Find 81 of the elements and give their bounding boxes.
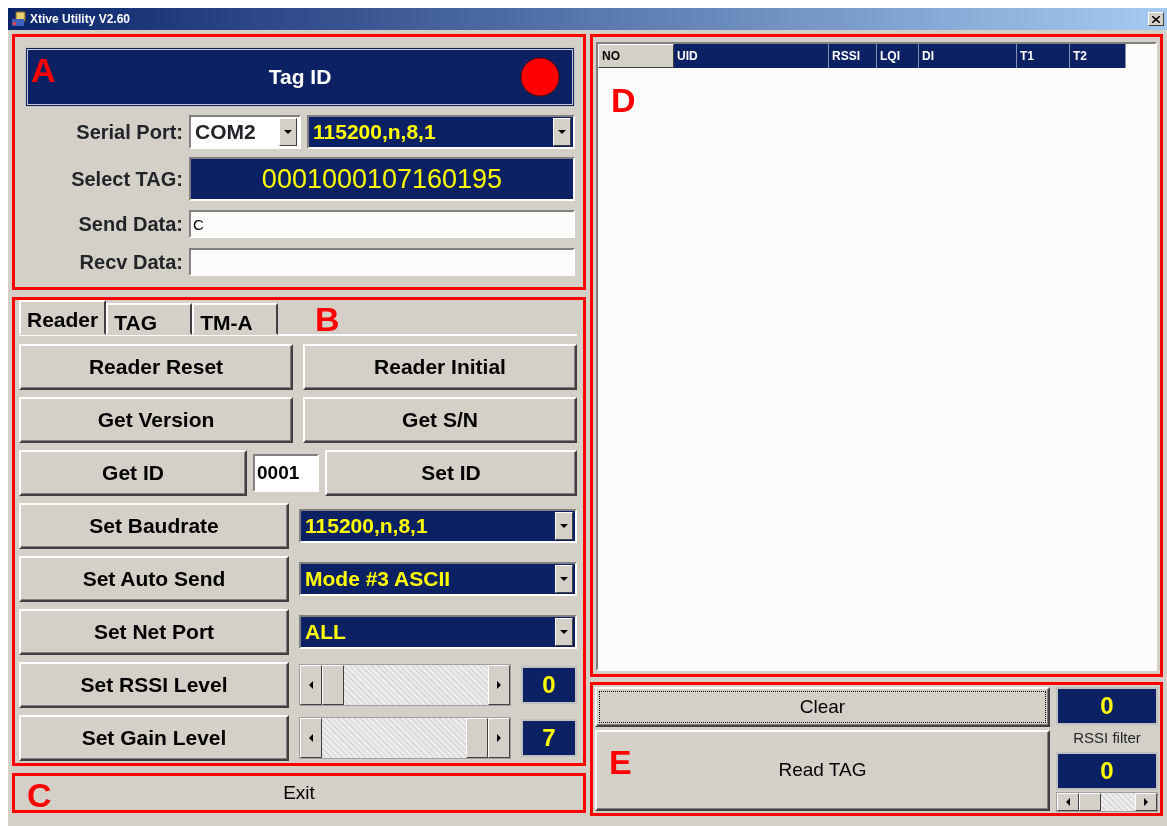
header-title: Tag ID	[268, 64, 332, 91]
recv-data-field[interactable]	[189, 248, 575, 276]
tab[interactable]: Reader	[19, 300, 107, 335]
right-arrow-icon	[497, 681, 501, 689]
value-display: 7	[521, 719, 577, 757]
dropdown-arrow-button[interactable]	[279, 118, 297, 146]
scroll-left-button[interactable]	[300, 665, 322, 705]
section-letter: D	[611, 83, 636, 117]
slider-thumb[interactable]	[1079, 792, 1101, 811]
slider-thumb[interactable]	[466, 718, 488, 758]
scroll-right-button[interactable]	[488, 718, 510, 758]
command-button[interactable]: Set RSSI Level	[19, 662, 289, 708]
dropdown-value: Mode #3 ASCII	[305, 566, 451, 593]
command-button[interactable]: Get Version	[19, 397, 293, 443]
filter-label: RSSI filter	[1072, 728, 1142, 748]
section-letter: C	[27, 778, 52, 812]
option-dropdown[interactable]: ALL	[299, 615, 577, 649]
close-button[interactable]	[1148, 12, 1164, 26]
dropdown-value: 115200,n,8,1	[305, 513, 428, 540]
column-header[interactable]: T2	[1070, 44, 1126, 68]
port-dropdown[interactable]: COM2	[189, 115, 301, 149]
dropdown-arrow-button[interactable]	[555, 565, 573, 593]
dropdown-value: COM2	[195, 119, 256, 146]
tag-id-display: 0001000107160195	[189, 157, 575, 201]
count-display: 0	[1056, 687, 1158, 725]
close-icon	[1152, 15, 1160, 23]
scroll-right-button[interactable]	[488, 665, 510, 705]
tab[interactable]: TM-A	[192, 303, 279, 335]
command-button[interactable]: Reader Initial	[303, 344, 577, 390]
id-field[interactable]: 0001	[253, 454, 319, 492]
filter-value-display: 0	[1056, 751, 1158, 790]
section-letter: A	[31, 53, 56, 87]
field-label: Select TAG:	[70, 167, 183, 192]
right-arrow-icon	[497, 734, 501, 742]
dropdown-arrow-button[interactable]	[555, 618, 573, 646]
dropdown-value: 115200,n,8,1	[313, 119, 436, 146]
scroll-right-button[interactable]	[1135, 792, 1157, 811]
left-arrow-icon	[309, 681, 313, 689]
settings-dropdown[interactable]: 115200,n,8,1	[307, 115, 575, 149]
slider-thumb[interactable]	[322, 665, 344, 705]
column-header[interactable]: T1	[1017, 44, 1070, 68]
dropdown-arrow-button[interactable]	[553, 118, 571, 146]
scroll-left-button[interactable]	[1057, 792, 1079, 811]
section-letter: E	[609, 745, 632, 779]
command-button[interactable]: Get S/N	[303, 397, 577, 443]
column-header[interactable]: UID	[674, 44, 829, 68]
column-header[interactable]: RSSI	[829, 44, 877, 68]
app-icon	[11, 11, 27, 27]
caret-icon	[560, 524, 568, 528]
command-button[interactable]: Set ID	[325, 450, 577, 496]
option-dropdown[interactable]: Mode #3 ASCII	[299, 562, 577, 596]
dropdown-arrow-button[interactable]	[555, 512, 573, 540]
scroll-left-button[interactable]	[300, 718, 322, 758]
left-arrow-icon	[309, 734, 313, 742]
column-header[interactable]: DI	[919, 44, 1017, 68]
option-dropdown[interactable]: 115200,n,8,1	[299, 509, 577, 543]
field-label: Serial Port:	[75, 120, 183, 145]
section-letter: B	[315, 302, 340, 336]
caret-icon	[558, 130, 566, 134]
left-arrow-icon	[1066, 797, 1070, 806]
status-light-icon	[520, 57, 560, 97]
command-button[interactable]: Get ID	[19, 450, 247, 496]
command-button[interactable]: Set Gain Level	[19, 715, 289, 761]
tab[interactable]: TAG	[106, 303, 193, 335]
column-header[interactable]: NO	[598, 44, 674, 68]
command-button[interactable]: Reader Reset	[19, 344, 293, 390]
window-title: Xtive Utility V2.60	[30, 11, 131, 28]
command-button[interactable]: Set Baudrate	[19, 503, 289, 549]
right-arrow-icon	[1144, 797, 1148, 806]
command-button[interactable]: Set Auto Send	[19, 556, 289, 602]
caret-icon	[560, 577, 568, 581]
caret-icon	[560, 630, 568, 634]
column-header[interactable]: LQI	[877, 44, 919, 68]
command-button[interactable]: Set Net Port	[19, 609, 289, 655]
caret-icon	[284, 130, 292, 134]
send-data-field[interactable]: C	[189, 210, 575, 238]
field-label: Recv Data:	[78, 250, 183, 275]
value-display: 0	[521, 666, 577, 704]
clear-button[interactable]: Clear	[595, 687, 1050, 727]
dropdown-value: ALL	[305, 619, 346, 646]
field-label: Send Data:	[77, 212, 183, 237]
